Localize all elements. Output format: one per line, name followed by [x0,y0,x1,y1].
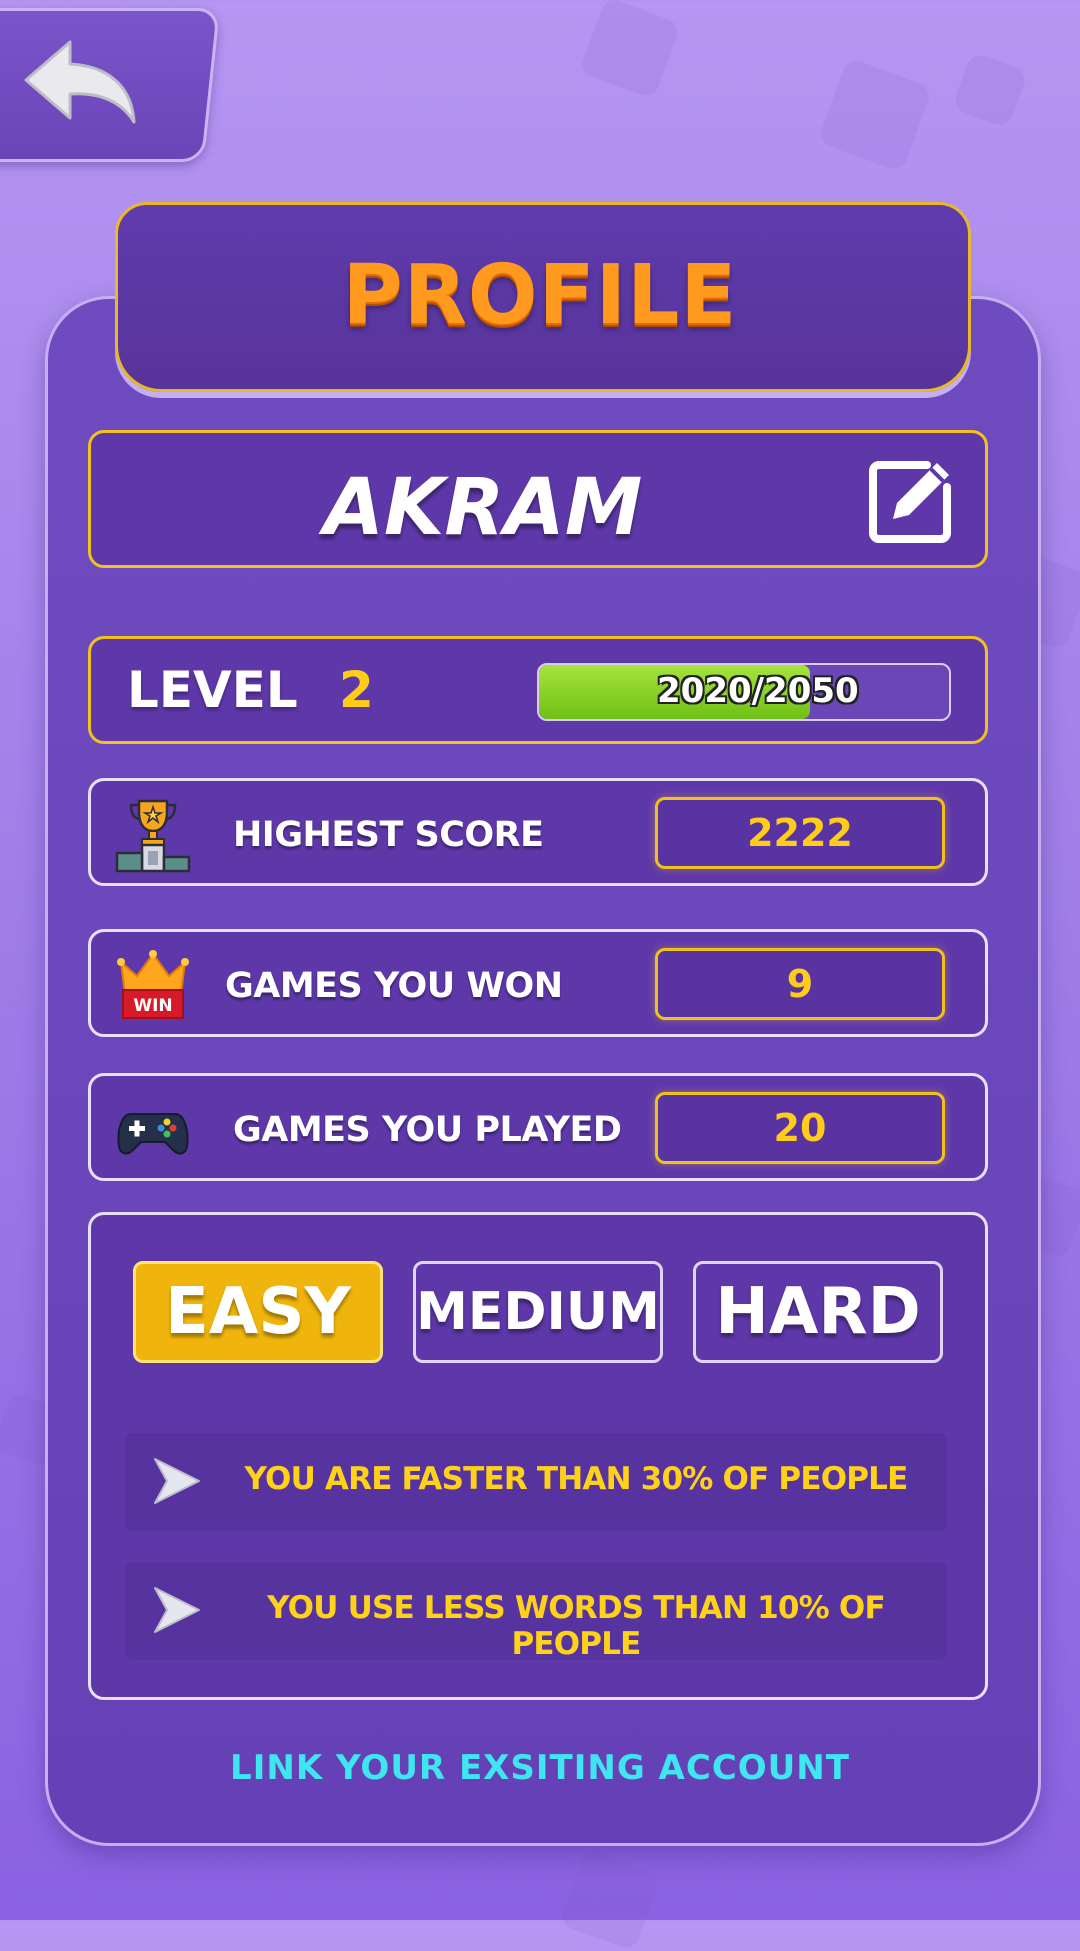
stat-label: GAMES YOU WON [225,966,563,1006]
insight-row: YOU ARE FASTER THAN 30% OF PEOPLE [125,1433,947,1531]
insight-text: YOU ARE FASTER THAN 30% OF PEOPLE [244,1461,908,1497]
link-account-link[interactable]: LINK YOUR EXSITING ACCOUNT [0,1748,1080,1788]
stat-value-box: 9 [655,948,945,1020]
insight-row: YOU USE LESS WORDS THAN 10% OF PEOPLE [125,1562,947,1662]
arrow-right-icon [154,1458,200,1504]
gamepad-icon [117,1113,189,1155]
stat-value-box: 2222 [655,797,945,869]
trophy-podium-icon [115,799,191,873]
background-decoration [817,57,933,173]
xp-progress-bar: 2020/2050 [537,663,951,721]
stat-row-highest-score: HIGHEST SCORE 2222 [88,778,988,886]
difficulty-card: EASY MEDIUM HARD YOU ARE FASTER THAN 30%… [88,1212,988,1700]
background-decoration [558,1848,662,1951]
player-name-card: AKRAM [88,430,988,568]
stat-row-games-played: GAMES YOU PLAYED 20 [88,1073,988,1181]
background-decoration [951,51,1029,129]
difficulty-hard-button[interactable]: HARD [693,1261,943,1363]
stat-label: HIGHEST SCORE [233,815,544,855]
edit-pencil-icon[interactable] [867,457,955,545]
difficulty-easy-button[interactable]: EASY [133,1261,383,1363]
win-crown-icon: WIN [117,950,189,1019]
stat-value: 20 [773,1106,827,1150]
difficulty-medium-button[interactable]: MEDIUM [413,1261,663,1363]
background-decoration [578,0,682,100]
stat-value-box: 20 [655,1092,945,1164]
stat-row-games-won: WIN GAMES YOU WON 9 [88,929,988,1037]
player-name: AKRAM [323,463,643,553]
xp-progress-text: 2020/2050 [657,671,859,711]
level-card: LEVEL 2 2020/2050 [88,636,988,744]
level-label: LEVEL [127,661,298,719]
stat-value: 9 [786,962,814,1006]
arrow-right-icon [154,1587,200,1633]
level-value: 2 [339,661,374,719]
svg-text:WIN: WIN [133,996,172,1016]
stat-label: GAMES YOU PLAYED [233,1110,622,1150]
stat-value: 2222 [747,811,853,855]
page-title: PROFILE [342,248,738,343]
insight-text: YOU USE LESS WORDS THAN 10% OF PEOPLE [267,1590,886,1662]
back-arrow-icon[interactable] [22,36,142,126]
